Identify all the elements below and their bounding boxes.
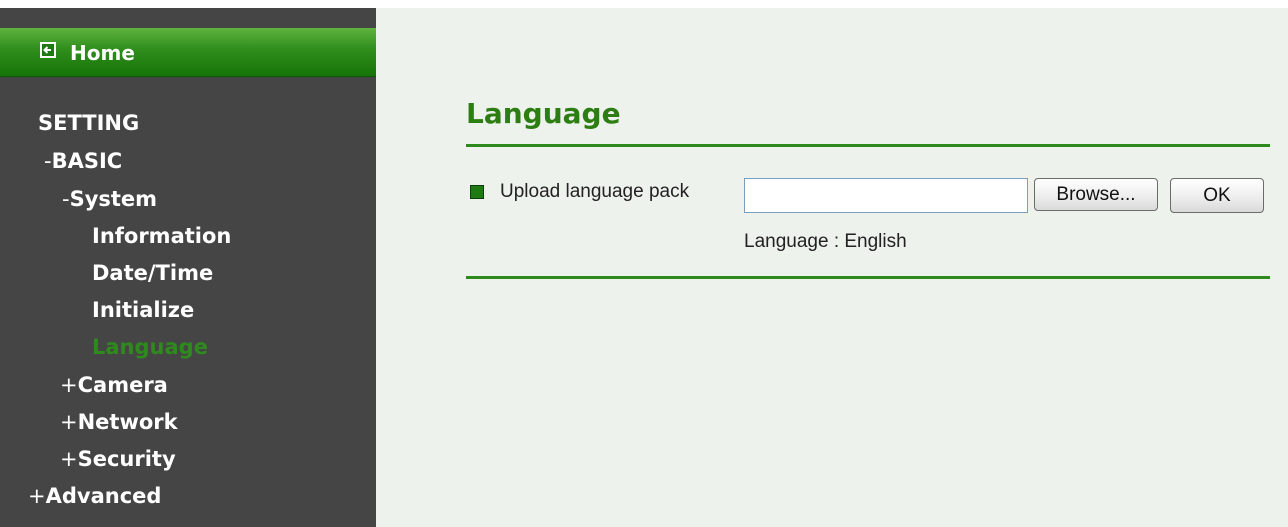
nav-label: Network: [77, 410, 178, 434]
back-arrow-icon[interactable]: [40, 42, 56, 58]
bottom-divider: [466, 276, 1270, 279]
nav-date-time[interactable]: Date/Time: [92, 259, 213, 287]
nav-network[interactable]: +Network: [60, 408, 178, 436]
nav-camera[interactable]: +Camera: [60, 371, 168, 399]
nav-label: Security: [77, 447, 176, 471]
nav-label: Initialize: [92, 298, 195, 322]
nav-setting[interactable]: SETTING: [38, 109, 139, 137]
nav-security[interactable]: +Security: [60, 445, 176, 473]
nav-label: System: [69, 187, 158, 211]
upload-label: Upload language pack: [500, 181, 690, 202]
nav-prefix: +: [60, 447, 78, 471]
nav-information[interactable]: Information: [92, 222, 231, 250]
browse-button[interactable]: Browse...: [1034, 178, 1158, 211]
bullet-square-icon: [470, 185, 484, 199]
language-status: Language : English: [744, 231, 907, 252]
top-strip: [0, 0, 1288, 8]
home-link[interactable]: Home: [70, 40, 135, 66]
sidebar: Home SETTING -BASIC -System Information …: [0, 8, 376, 527]
nav-label: BASIC: [51, 149, 123, 173]
ok-button[interactable]: OK: [1170, 178, 1264, 213]
nav-prefix: +: [60, 373, 78, 397]
nav-label: Advanced: [45, 484, 162, 508]
nav-basic[interactable]: -BASIC: [44, 147, 122, 175]
nav-prefix: +: [28, 484, 46, 508]
nav-prefix: +: [60, 410, 78, 434]
page-title: Language: [466, 97, 621, 130]
language-file-input[interactable]: [744, 178, 1028, 213]
nav-initialize[interactable]: Initialize: [92, 296, 194, 324]
main-content: Language Upload language pack Browse... …: [376, 8, 1288, 527]
top-divider: [466, 144, 1270, 147]
home-bar[interactable]: Home: [0, 28, 376, 77]
nav-label: Information: [92, 224, 232, 248]
nav-language[interactable]: Language: [92, 333, 208, 361]
nav-prefix: -: [44, 149, 52, 173]
nav-prefix: -: [62, 187, 70, 211]
nav-label: Language: [92, 335, 208, 359]
nav-advanced[interactable]: +Advanced: [28, 482, 161, 510]
nav-system[interactable]: -System: [62, 185, 157, 213]
nav-label: SETTING: [38, 111, 140, 135]
nav-label: Camera: [77, 373, 168, 397]
nav-label: Date/Time: [92, 261, 214, 285]
